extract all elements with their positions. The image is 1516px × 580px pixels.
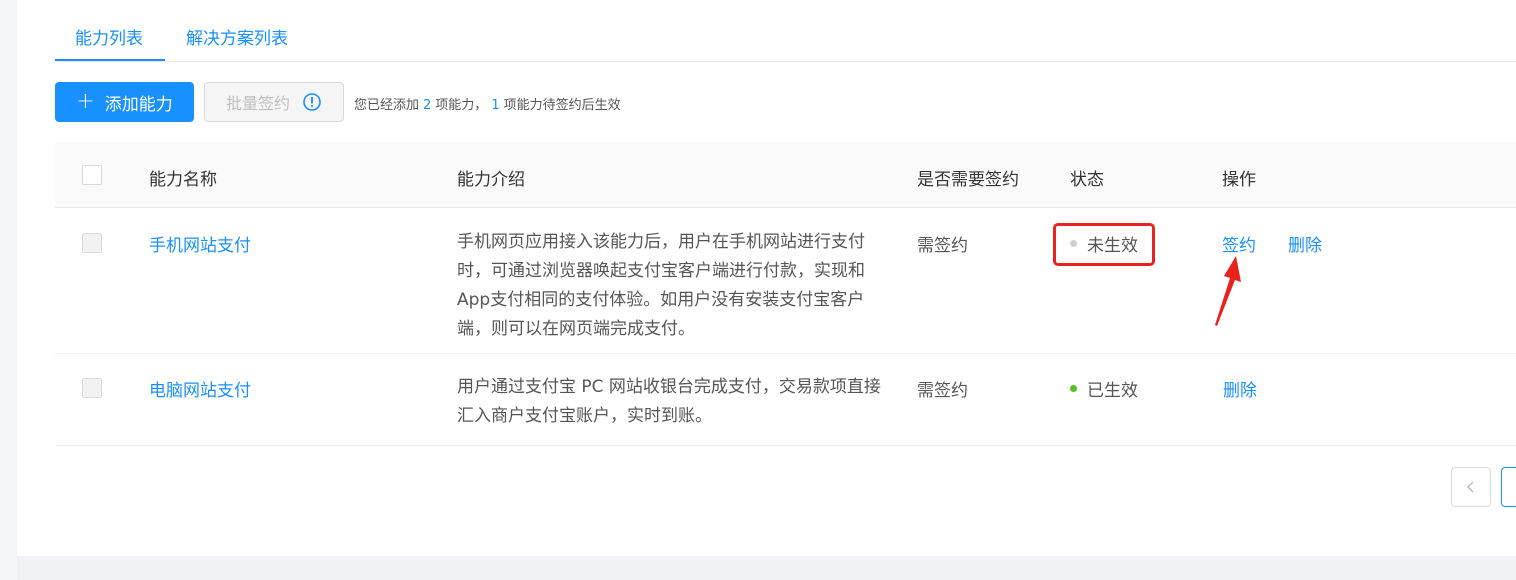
batch-sign-label: 批量签约 [225,94,290,113]
column-header-description: 能力介绍 [457,170,525,190]
need-sign-value: 需签约 [917,381,968,401]
tab-bar: 能力列表 解决方案列表 [55,0,1516,62]
add-capability-label: 添加能力 [104,94,173,115]
delete-button[interactable]: 删除 [1288,231,1322,256]
capability-name-link[interactable]: 手机网站支付 [149,231,251,256]
column-header-name: 能力名称 [149,170,217,190]
column-header-status: 状态 [1070,170,1104,190]
column-header-need-sign: 是否需要签约 [917,170,1019,190]
table-row: 手机网站支付 手机网页应用接入该能力后，用户在手机网站进行支付时，可通过浏览器唤… [55,208,1516,354]
tab-solution-list[interactable]: 解决方案列表 [186,24,288,49]
add-capability-button[interactable]: + 添加能力 [55,82,194,122]
capability-summary-tip: 您已经添加 2 项能力， 1 项能力待签约后生效 [354,94,621,113]
plus-icon: + [76,89,95,114]
tip-middle: 项能力， [435,98,488,113]
chevron-left-icon [1466,481,1474,493]
status-dot-icon [1070,385,1077,392]
tip-added-count: 2 [423,98,432,113]
need-sign-value: 需签约 [917,236,968,256]
info-icon[interactable] [302,92,322,112]
main-panel: 能力列表 解决方案列表 + 添加能力 批量签约 您已经添加 2 项能力， 1 项能力待签… [17,0,1516,556]
row-checkbox[interactable] [82,233,102,253]
tab-capability-list[interactable]: 能力列表 [75,24,143,49]
tip-pending-count: 1 [491,98,500,113]
status-badge: 已生效 [1070,376,1138,401]
annotation-highlight-box [1053,223,1155,266]
select-all-checkbox[interactable] [82,165,102,185]
table-header: 能力名称 能力介绍 是否需要签约 状态 操作 [55,142,1516,208]
capability-description: 手机网页应用接入该能力后，用户在手机网站进行支付时，可通过浏览器唤起支付宝客户端… [457,232,865,339]
row-checkbox[interactable] [82,378,102,398]
status-text: 已生效 [1087,381,1138,401]
tip-suffix: 项能力待签约后生效 [503,98,621,113]
delete-button[interactable]: 删除 [1223,376,1257,401]
pagination-page-current[interactable] [1501,467,1516,507]
footer-strip [17,556,1516,580]
active-tab-indicator [55,59,165,61]
table-row: 电脑网站支付 用户通过支付宝 PC 网站收银台完成支付，交易款项直接汇入商户支付… [55,354,1516,446]
capability-description: 用户通过支付宝 PC 网站收银台完成支付，交易款项直接汇入商户支付宝账户，实时到… [457,377,881,426]
batch-sign-button[interactable]: 批量签约 [204,82,344,122]
tip-prefix: 您已经添加 [354,98,420,113]
pagination-prev-button[interactable] [1451,467,1491,507]
capability-name-link[interactable]: 电脑网站支付 [149,376,251,401]
sign-button[interactable]: 签约 [1222,231,1256,256]
column-header-actions: 操作 [1222,170,1256,190]
annotation-arrow-icon [1215,256,1241,326]
